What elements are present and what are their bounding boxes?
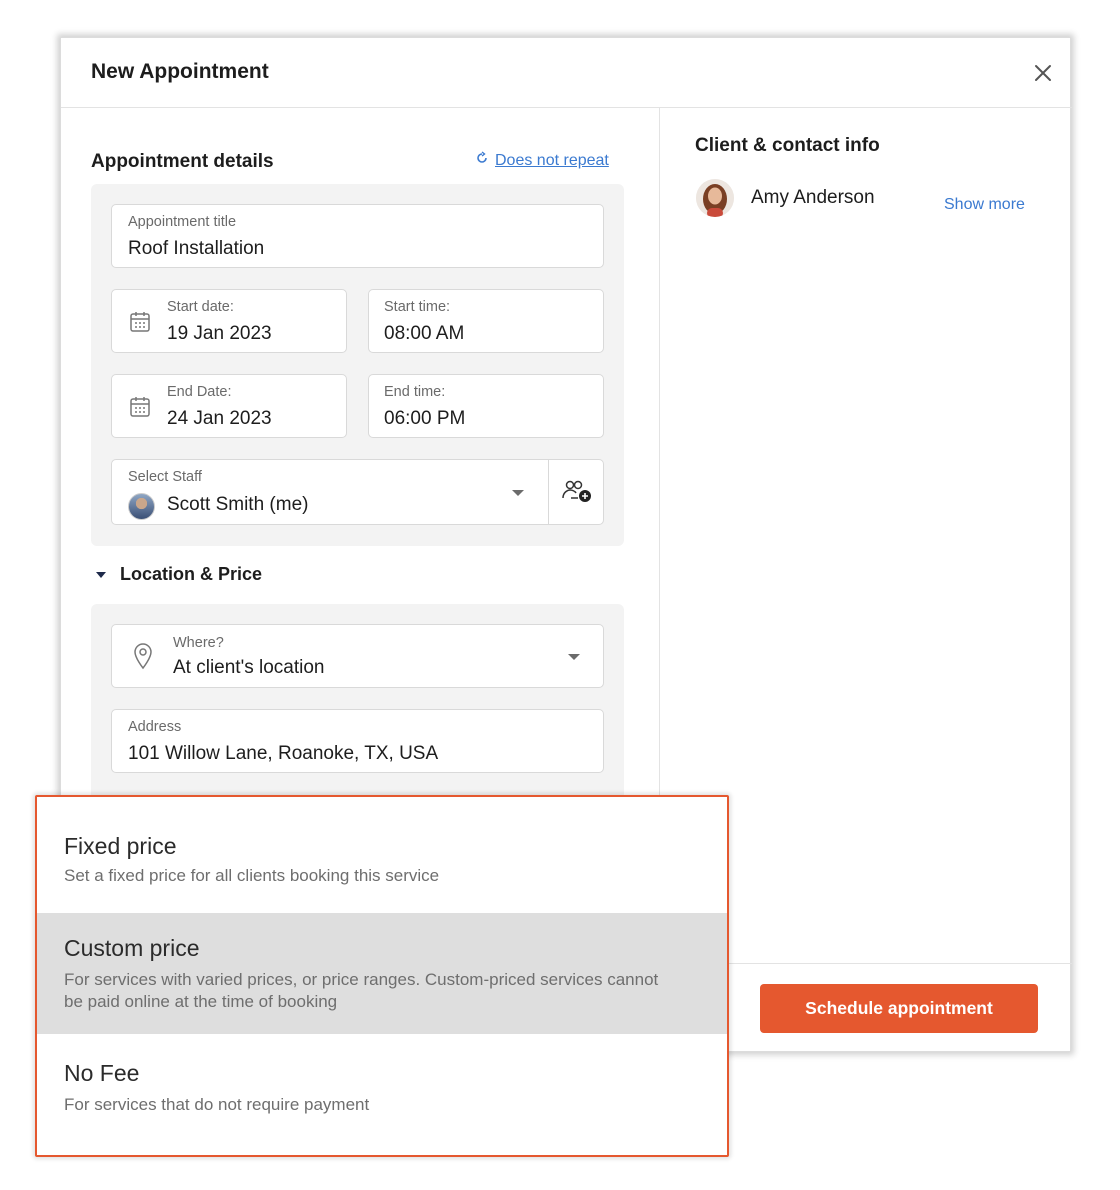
staff-select[interactable]: Select Staff Scott Smith (me) — [111, 459, 604, 525]
price-option-title: Custom price — [64, 935, 200, 961]
start-time-value: 08:00 AM — [384, 323, 465, 344]
chevron-down-icon[interactable] — [568, 654, 580, 660]
address-value: 101 Willow Lane, Roanoke, TX, USA — [128, 743, 439, 764]
avatar — [696, 179, 734, 217]
price-option-description: Set a fixed price for all clients bookin… — [64, 866, 440, 885]
where-value: At client's location — [173, 657, 325, 678]
calendar-icon — [130, 397, 150, 417]
repeat-icon — [475, 151, 489, 170]
modal-header: New Appointment — [61, 38, 1072, 108]
price-option-fixed[interactable]: Fixed price Set a fixed price for all cl… — [37, 797, 727, 913]
price-option-description: For services that do not require payment — [64, 1095, 370, 1114]
end-time-label: End time: — [384, 384, 446, 400]
chevron-down-icon[interactable] — [512, 490, 524, 496]
appointment-title-field[interactable]: Appointment title Roof Installation — [111, 204, 604, 268]
appointment-title-label: Appointment title — [128, 214, 237, 230]
start-time-label: Start time: — [384, 299, 451, 315]
address-label: Address — [128, 719, 182, 735]
where-select[interactable]: Where? At client's location — [111, 624, 604, 688]
repeat-link[interactable]: Does not repeat — [475, 151, 609, 170]
end-date-label: End Date: — [167, 384, 232, 400]
end-time-field[interactable]: End time: 06:00 PM — [368, 374, 604, 438]
location-price-title: Location & Price — [120, 564, 263, 584]
price-type-dropdown: Fixed price Set a fixed price for all cl… — [35, 795, 729, 1157]
where-label: Where? — [173, 635, 224, 651]
staff-label: Select Staff — [128, 469, 202, 485]
client-name: Amy Anderson — [751, 187, 875, 208]
location-panel: Where? At client's location Address 101 … — [91, 604, 624, 804]
end-date-field[interactable]: End Date: 24 Jan 2023 — [111, 374, 347, 438]
staff-value: Scott Smith (me) — [167, 494, 309, 515]
add-user-icon — [561, 480, 591, 502]
client-info-title: Client & contact info — [695, 135, 880, 156]
price-option-title: Fixed price — [64, 833, 177, 859]
start-date-label: Start date: — [167, 299, 234, 315]
start-date-value: 19 Jan 2023 — [167, 323, 272, 344]
close-icon[interactable] — [1031, 61, 1055, 85]
end-date-value: 24 Jan 2023 — [167, 408, 272, 429]
location-price-toggle[interactable]: Location & Price — [96, 564, 262, 585]
appointment-details-panel: Appointment title Roof Installation Star… — [91, 184, 624, 546]
schedule-appointment-button[interactable]: Schedule appointment — [760, 984, 1038, 1033]
appointment-details-title: Appointment details — [91, 151, 274, 172]
modal-title: New Appointment — [91, 60, 269, 83]
location-pin-icon — [134, 643, 152, 670]
appointment-title-value: Roof Installation — [128, 238, 265, 259]
calendar-icon — [130, 312, 150, 332]
avatar — [128, 493, 155, 520]
price-option-title: No Fee — [64, 1060, 140, 1086]
address-field[interactable]: Address 101 Willow Lane, Roanoke, TX, US… — [111, 709, 604, 773]
caret-down-icon — [96, 571, 106, 578]
start-time-field[interactable]: Start time: 08:00 AM — [368, 289, 604, 353]
price-option-description: For services with varied prices, or pric… — [64, 970, 659, 1011]
price-option-no-fee[interactable]: No Fee For services that do not require … — [37, 1034, 727, 1155]
end-time-value: 06:00 PM — [384, 408, 466, 429]
add-staff-button[interactable] — [548, 460, 604, 524]
show-more-link[interactable]: Show more — [944, 196, 1025, 214]
repeat-link-label: Does not repeat — [495, 151, 609, 169]
price-option-custom[interactable]: Custom price For services with varied pr… — [37, 913, 727, 1034]
start-date-field[interactable]: Start date: 19 Jan 2023 — [111, 289, 347, 353]
